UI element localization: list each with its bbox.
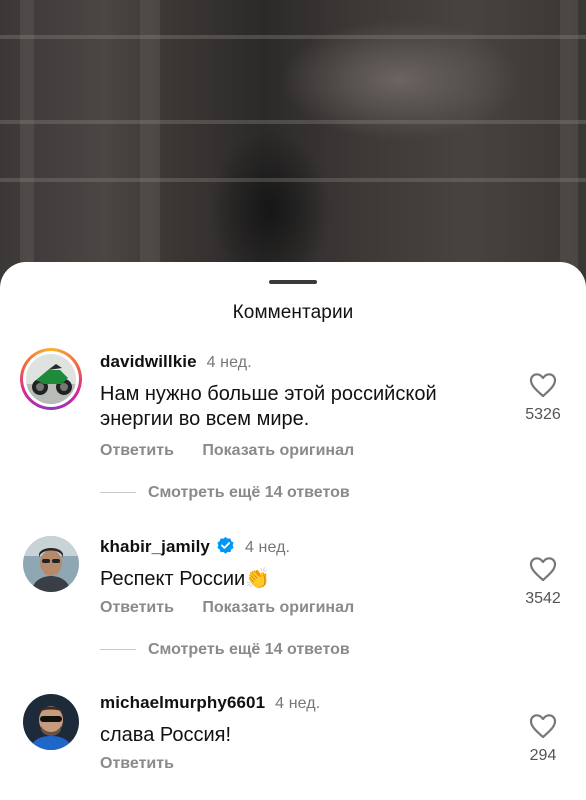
avatar[interactable] [23, 536, 79, 592]
comment-text: Нам нужно больше этой российской энергии… [100, 383, 437, 430]
background-bar [0, 35, 586, 39]
comment-actions: Ответить Показать оригинал [100, 599, 378, 617]
comment-text: Респект России👏 [100, 568, 271, 590]
avatar[interactable] [20, 348, 82, 410]
comment-actions: Ответить [100, 755, 198, 773]
comment-text: слава Россия! [100, 724, 232, 746]
heart-icon [529, 373, 557, 398]
comment-time: 4 нед. [275, 695, 321, 712]
comment-actions: Ответить Показать оригинал [100, 442, 378, 460]
background-beam [560, 0, 578, 300]
person-avatar-image [23, 536, 79, 592]
background-beam [140, 0, 160, 300]
comment-time: 4 нед. [244, 539, 291, 556]
like-count: 3542 [525, 590, 561, 607]
heart-icon [529, 557, 557, 582]
view-more-replies[interactable]: Смотреть ещё 14 ответов [100, 484, 350, 502]
verified-badge-icon [217, 536, 234, 554]
sheet-title: Комментарии [232, 302, 354, 323]
reply-button[interactable]: Ответить [100, 599, 174, 616]
background-beam [20, 0, 34, 300]
avatar[interactable] [23, 694, 79, 750]
comment-username[interactable]: davidwillkie 4 нед. [100, 352, 252, 372]
motorcycle-avatar-image [26, 354, 76, 404]
like-count: 5326 [525, 406, 561, 423]
show-original-button[interactable]: Показать оригинал [202, 599, 354, 616]
comment-username[interactable]: michaelmurphy6601 4 нед. [100, 693, 320, 713]
comments-sheet: Комментарии davidwillkie 4 нед. Нам нужн… [0, 262, 586, 800]
like-button[interactable]: 3542 [516, 556, 570, 608]
comment-time: 4 нед. [206, 354, 252, 371]
like-button[interactable]: 5326 [516, 372, 570, 424]
background-bar [0, 120, 586, 124]
reply-button[interactable]: Ответить [100, 442, 174, 459]
heart-icon [529, 714, 557, 739]
view-more-replies[interactable]: Смотреть ещё 14 ответов [100, 641, 350, 659]
replies-divider-line [100, 649, 136, 651]
sheet-drag-handle[interactable] [269, 280, 317, 284]
like-count: 294 [529, 747, 557, 764]
like-button[interactable]: 294 [516, 713, 570, 765]
comment-username[interactable]: khabir_jamily 4 нед. [100, 536, 290, 557]
background-bar [0, 178, 586, 182]
replies-divider-line [100, 492, 136, 494]
video-background [0, 0, 586, 300]
person-avatar-image [23, 694, 79, 750]
reply-button[interactable]: Ответить [100, 755, 174, 772]
show-original-button[interactable]: Показать оригинал [202, 442, 354, 459]
